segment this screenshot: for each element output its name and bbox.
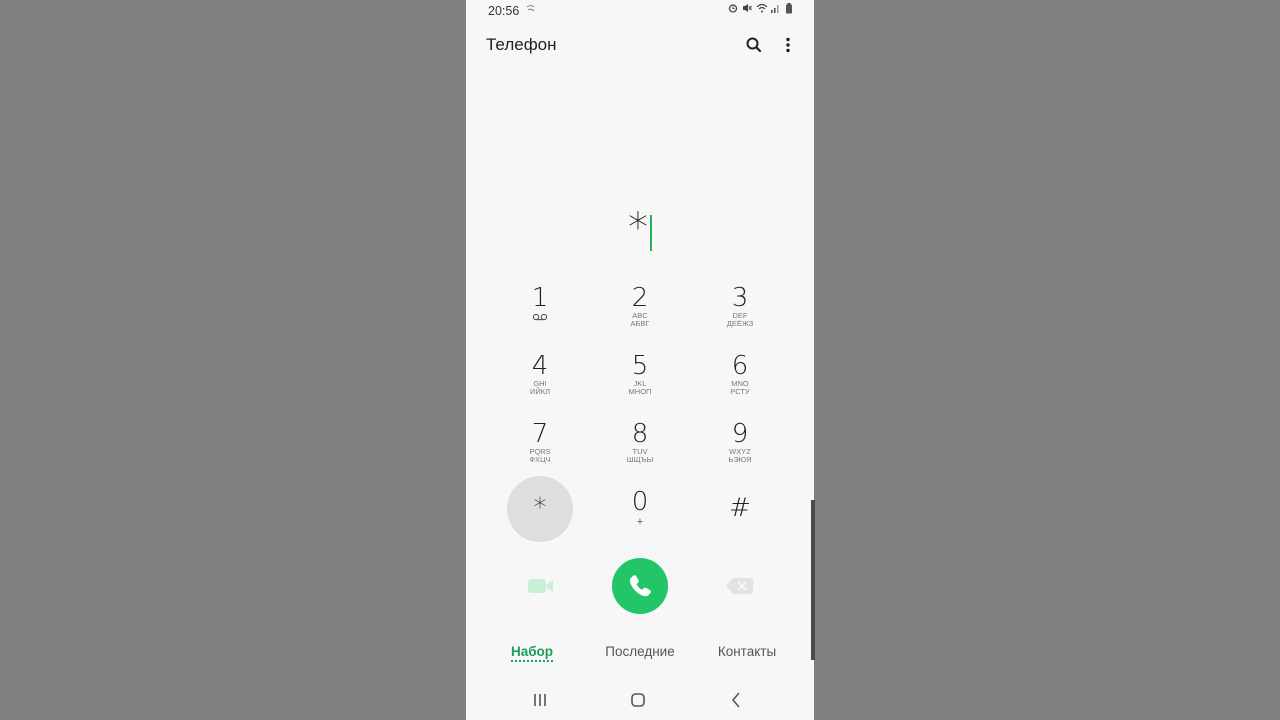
key-6[interactable]: 6 MNO РСТУ xyxy=(707,340,773,406)
key-plus: + xyxy=(636,516,644,528)
key-digit: 7 xyxy=(531,419,549,449)
key-digit: # xyxy=(729,493,751,523)
key-letters-cyrillic: РСТУ xyxy=(730,387,750,396)
home-icon xyxy=(631,693,645,707)
more-options-button[interactable] xyxy=(778,35,798,55)
key-0[interactable]: 0 + xyxy=(607,476,673,542)
key-digit: 0 xyxy=(631,487,649,517)
video-call-button[interactable] xyxy=(526,574,556,598)
navigation-bar xyxy=(466,684,814,720)
key-digit: 2 xyxy=(631,283,649,313)
call-button[interactable] xyxy=(612,558,668,614)
status-icons xyxy=(728,3,794,14)
key-hash[interactable]: # xyxy=(707,476,773,542)
key-digit: 4 xyxy=(531,351,549,381)
number-input[interactable]: * xyxy=(466,200,814,256)
battery-icon xyxy=(784,3,794,14)
key-2[interactable]: 2 ABC АБВГ xyxy=(607,272,673,338)
key-letters-cyrillic: ИЙКЛ xyxy=(529,387,551,396)
tab-recents[interactable]: Последние xyxy=(605,644,674,659)
mute-icon xyxy=(742,3,752,13)
key-7[interactable]: 7 PQRS ФХЦЧ xyxy=(507,408,573,474)
key-5[interactable]: 5 JKL МНОП xyxy=(607,340,673,406)
bottom-tabs: Набор Последние Контакты xyxy=(466,640,814,670)
status-bar: 20:56 xyxy=(466,0,814,22)
key-digit: 3 xyxy=(731,283,749,313)
dialed-number: * xyxy=(628,205,648,251)
tab-keypad[interactable]: Набор xyxy=(510,644,554,662)
home-button[interactable] xyxy=(626,690,650,710)
signal-icon xyxy=(770,3,780,13)
more-vertical-icon xyxy=(786,37,790,53)
back-button[interactable] xyxy=(724,690,748,710)
phone-icon xyxy=(629,575,651,597)
tab-contacts[interactable]: Контакты xyxy=(718,644,776,659)
key-digit: 8 xyxy=(631,419,649,449)
backspace-icon xyxy=(726,578,753,594)
key-4[interactable]: 4 GHI ИЙКЛ xyxy=(507,340,573,406)
key-letters-cyrillic: ШЩЪЫ xyxy=(626,455,654,464)
back-icon xyxy=(731,692,740,708)
page-title: Телефон xyxy=(486,35,557,54)
key-digit: * xyxy=(533,493,547,523)
left-letterbox xyxy=(0,0,466,720)
key-3[interactable]: 3 DEF ДЕЁЖЗ xyxy=(707,272,773,338)
key-star[interactable]: * xyxy=(507,476,573,542)
text-cursor xyxy=(650,214,652,251)
search-button[interactable] xyxy=(744,35,764,55)
alarm-icon xyxy=(728,3,738,13)
title-bar: Телефон xyxy=(466,30,814,62)
key-letters-cyrillic: АБВГ xyxy=(630,319,650,328)
wifi-icon xyxy=(756,3,768,13)
phone-screen: 20:56 Телефон * 1 2 ABC АБВГ 3 DEF ДЕЁЖЗ… xyxy=(466,0,814,720)
key-digit: 5 xyxy=(631,351,649,381)
key-digit: 6 xyxy=(731,351,749,381)
recent-apps-icon xyxy=(534,694,546,706)
key-letters-cyrillic: ДЕЁЖЗ xyxy=(726,319,754,328)
right-letterbox xyxy=(814,0,1280,720)
key-8[interactable]: 8 TUV ШЩЪЫ xyxy=(607,408,673,474)
key-1[interactable]: 1 xyxy=(507,272,573,338)
edge-panel-handle[interactable] xyxy=(811,500,815,660)
key-letters-cyrillic: МНОП xyxy=(628,387,652,396)
key-letters-cyrillic: ФХЦЧ xyxy=(529,455,551,464)
wind-icon xyxy=(526,3,536,18)
status-time: 20:56 xyxy=(488,4,520,18)
backspace-button[interactable] xyxy=(725,576,755,596)
voicemail-icon xyxy=(507,313,573,323)
video-call-icon xyxy=(528,579,553,593)
key-9[interactable]: 9 WXYZ ЬЭЮЯ xyxy=(707,408,773,474)
key-digit: 1 xyxy=(531,283,549,313)
key-digit: 9 xyxy=(731,419,749,449)
search-icon xyxy=(746,37,762,53)
key-letters-cyrillic: ЬЭЮЯ xyxy=(728,455,752,464)
recent-apps-button[interactable] xyxy=(528,690,552,710)
